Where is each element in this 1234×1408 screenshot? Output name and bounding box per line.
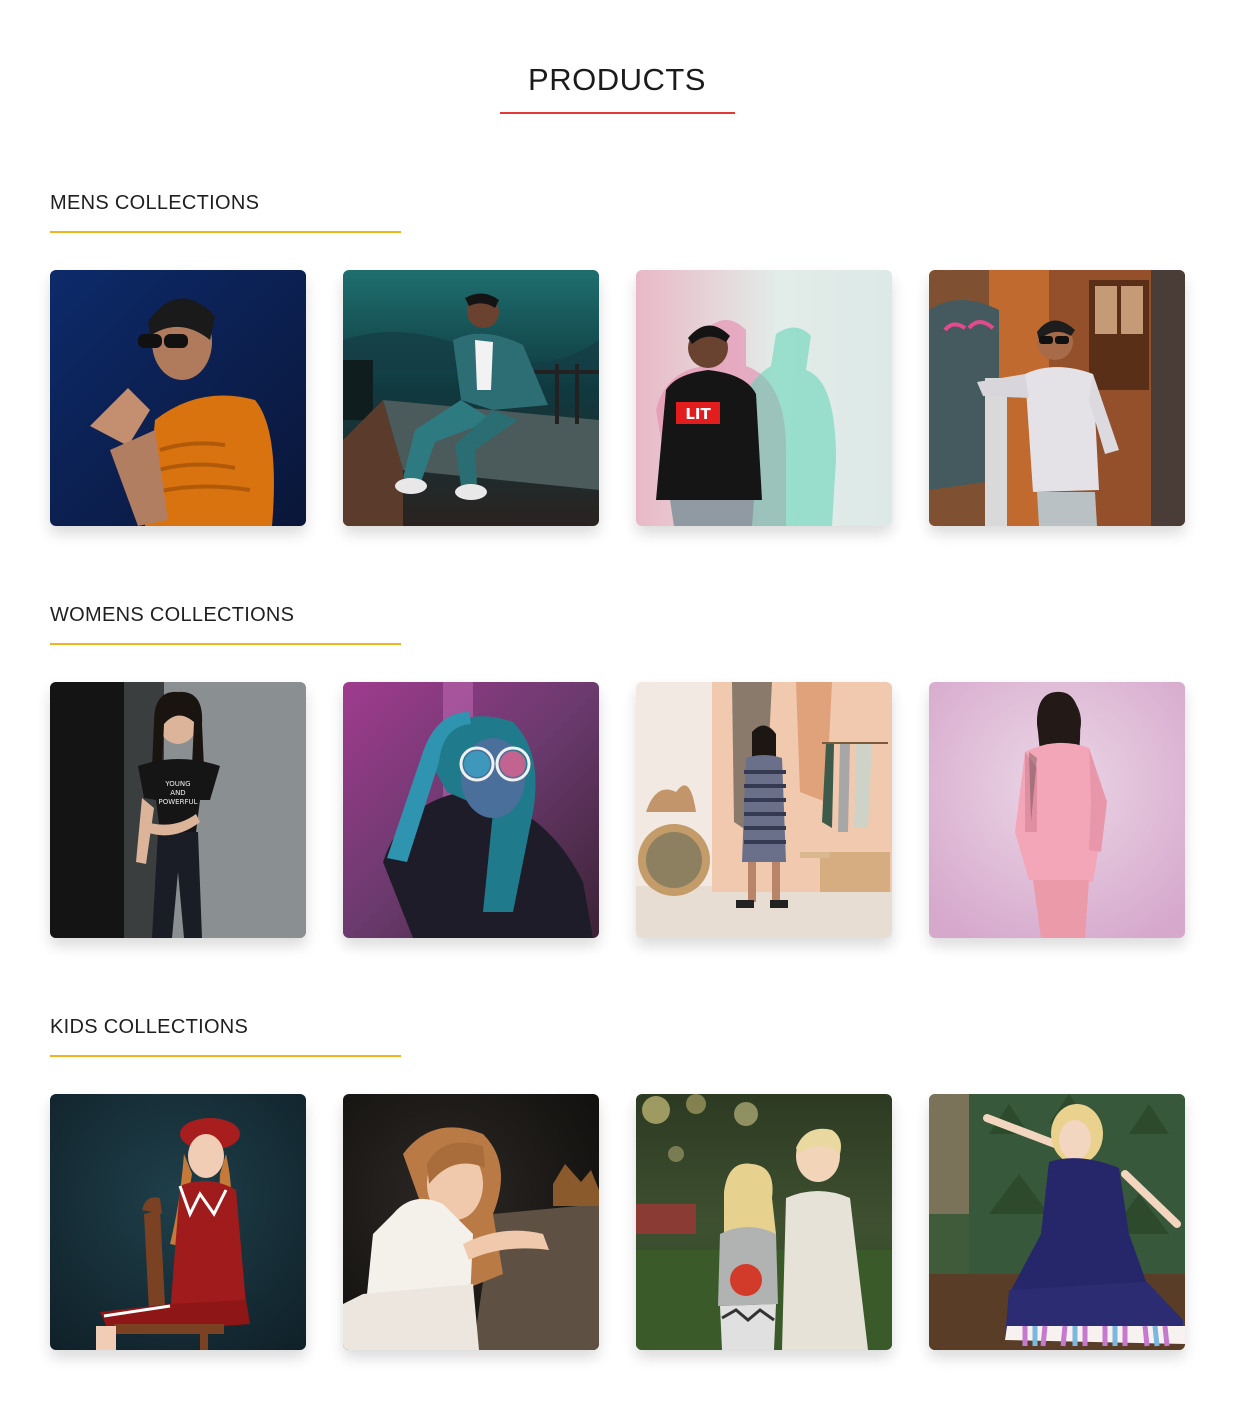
product-card-mens-4[interactable] [929,270,1185,526]
product-card-mens-2[interactable] [343,270,599,526]
product-card-kids-1[interactable] [50,1094,306,1350]
mens-collection-section: MENS COLLECTIONS LIT [50,190,1185,526]
page-header: PRODUCTS [0,58,1234,102]
section-underline [50,643,401,645]
section-title: KIDS COLLECTIONS [50,1016,249,1038]
product-photo: LIT [636,270,892,526]
product-photo [636,682,892,938]
product-card-kids-2[interactable] [343,1094,599,1350]
product-photo [50,270,306,526]
product-card-womens-2[interactable] [343,682,599,938]
product-grid: LIT [50,270,1185,526]
product-photo [343,1094,599,1350]
svg-text:LIT: LIT [685,405,711,423]
product-photo [929,270,1185,526]
product-photo [343,682,599,938]
product-photo [929,682,1185,938]
svg-text:AND: AND [170,789,185,797]
product-grid: YOUNG AND POWERFUL [50,682,1185,938]
product-photo [343,270,599,526]
product-card-womens-4[interactable] [929,682,1185,938]
product-photo [636,1094,892,1350]
product-card-mens-3[interactable]: LIT [636,270,892,526]
section-underline [50,231,401,233]
womens-collection-section: WOMENS COLLECTIONS YOUNG AND POWERFUL [50,602,1185,938]
product-photo [50,1094,306,1350]
title-underline [500,112,735,114]
product-photo [929,1094,1185,1350]
svg-text:POWERFUL: POWERFUL [159,798,198,806]
product-card-womens-1[interactable]: YOUNG AND POWERFUL [50,682,306,938]
svg-text:YOUNG: YOUNG [164,780,190,788]
product-card-womens-3[interactable] [636,682,892,938]
page-title: PRODUCTS [528,62,706,97]
product-photo: YOUNG AND POWERFUL [50,682,306,938]
section-title: MENS COLLECTIONS [50,192,260,214]
product-card-mens-1[interactable] [50,270,306,526]
section-underline [50,1055,401,1057]
product-card-kids-3[interactable] [636,1094,892,1350]
section-title: WOMENS COLLECTIONS [50,604,295,626]
kids-collection-section: KIDS COLLECTIONS [50,1014,1185,1350]
product-grid [50,1094,1185,1350]
product-card-kids-4[interactable] [929,1094,1185,1350]
